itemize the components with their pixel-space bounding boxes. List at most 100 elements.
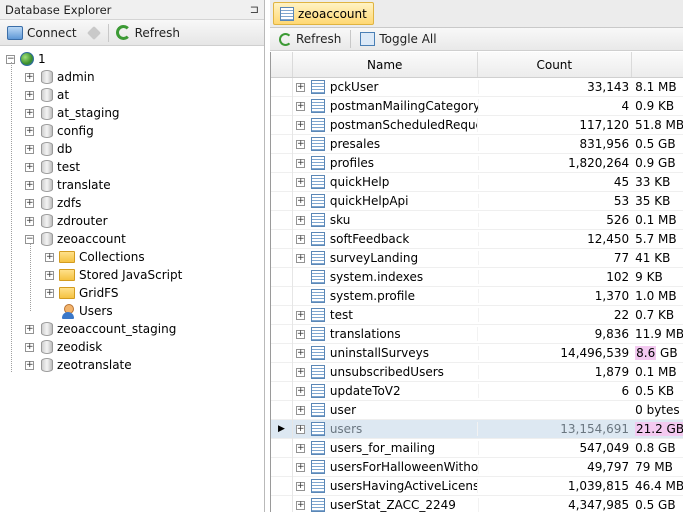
table-row[interactable]: + postmanScheduledReque...117,12051.8 MB [271,115,683,135]
table-row[interactable]: + surveyLanding 77 41 KB [271,248,683,268]
expand-toggle-icon[interactable]: + [25,180,34,190]
expand-toggle-icon[interactable]: + [295,367,305,377]
table-row[interactable]: + usersHavingActiveLicenses 1,039,815 46.4 … [271,476,683,496]
tree-node-database[interactable]: + at [0,86,264,104]
expand-toggle-icon[interactable]: + [295,101,305,111]
column-header-size[interactable] [632,52,683,77]
expand-toggle-icon[interactable]: + [45,270,54,280]
expand-toggle-icon[interactable]: + [295,481,305,491]
table-row[interactable]: + quickHelp 45 33 KB [271,172,683,192]
tree-node-database[interactable]: + at_staging [0,104,264,122]
tree-node-database[interactable]: + zeoaccount_staging [0,320,264,338]
table-row[interactable]: + translations 9,836 11.9 MB [271,324,683,344]
expand-toggle-icon[interactable]: + [295,424,305,434]
refresh-explorer-button[interactable]: Refresh [113,23,183,42]
collapse-toggle-icon[interactable]: − [25,234,34,244]
tree-node-child[interactable]: + Collections [0,248,264,266]
tree-root-server[interactable]: −1 [0,50,264,68]
expand-toggle-icon[interactable]: + [25,324,34,334]
tree-node-database[interactable]: + zdfs [0,194,264,212]
table-row[interactable]: + updateToV2 6 0.5 KB [271,381,683,401]
toggle-all-button[interactable]: Toggle All [357,30,439,48]
expand-toggle-icon[interactable]: + [25,144,34,154]
expand-toggle-icon[interactable]: + [25,108,34,118]
table-row[interactable]: + test 22 0.7 KB [271,305,683,325]
tree-node-database[interactable]: + test [0,158,264,176]
tree-node-database[interactable]: − zeoaccount [0,230,264,248]
database-icon [41,88,53,102]
expand-toggle-icon[interactable]: + [295,139,305,149]
expand-toggle-icon[interactable]: + [295,177,305,187]
table-row[interactable]: + userStat_ZACC_2249 4,347,985 0.5 GB [271,495,683,512]
expand-toggle-icon[interactable]: + [25,342,34,352]
expand-toggle-icon[interactable]: + [25,360,34,370]
table-row[interactable]: + quickHelpApi 53 35 KB [271,191,683,211]
table-row[interactable]: ▶ + users 13,154,691 21.2 GB [271,419,683,439]
table-row[interactable]: + profiles 1,820,264 0.9 GB [271,153,683,173]
collection-size: 46.4 MB [634,479,683,493]
expand-toggle-icon[interactable]: + [25,126,34,136]
expand-toggle-icon[interactable]: + [295,196,305,206]
expand-toggle-icon[interactable]: + [295,158,305,168]
table-row[interactable]: + presales 831,956 0.5 GB [271,134,683,154]
table-row[interactable]: + unsubscribedUsers 1,879 0.1 MB [271,362,683,382]
collection-icon [311,479,326,493]
connect-button[interactable]: Connect [4,24,80,42]
table-row[interactable]: + usersForHalloweenWitho... 49,797 79 MB [271,457,683,477]
expand-toggle-icon[interactable]: + [25,162,34,172]
expand-toggle-icon[interactable]: + [295,310,305,320]
expand-toggle-icon[interactable]: + [295,215,305,225]
expand-toggle-icon[interactable]: + [25,72,34,82]
collections-grid: Name Count + pckUser 33,143 8.1 MB + postmanM… [270,52,683,512]
table-row[interactable]: system.indexes 102 9 KB [271,267,683,287]
tree-node-child[interactable]: + Stored JavaScript [0,266,264,284]
expand-toggle-icon[interactable]: + [295,82,305,92]
tree-node-label: db [57,142,73,156]
tree-node-database[interactable]: + zeodisk [0,338,264,356]
column-header-count[interactable]: Count [478,52,633,77]
expand-toggle-icon[interactable]: + [295,234,305,244]
tab-zeoaccount[interactable]: zeoaccount [273,2,374,25]
table-row[interactable]: + pckUser 33,143 8.1 MB [271,77,683,97]
collection-count: 831,956 [477,137,633,151]
collection-icon-cell [308,137,329,151]
table-row[interactable]: system.profile 1,370 1.0 MB [271,286,683,306]
expand-toggle-icon[interactable]: + [295,253,305,263]
tree-node-child[interactable]: Users [0,302,264,320]
tree-node-database[interactable]: + admin [0,68,264,86]
collection-size: 33 KB [635,175,671,189]
expand-toggle-icon[interactable]: + [295,405,305,415]
expand-toggle-icon[interactable]: + [45,288,54,298]
size-unit: GB [656,346,678,360]
pin-icon[interactable]: ⊐ [250,3,259,16]
tree-node-child[interactable]: + GridFS [0,284,264,302]
expand-toggle-icon[interactable]: + [295,500,305,510]
disconnect-button[interactable] [84,24,104,42]
refresh-collections-button[interactable]: Refresh [276,30,344,48]
expand-toggle-icon[interactable]: + [25,216,34,226]
expand-toggle-icon[interactable]: + [45,252,54,262]
collection-size: 0.8 GB [635,441,676,455]
tree-node-database[interactable]: + translate [0,176,264,194]
table-row[interactable]: + sku 526 0.1 MB [271,210,683,230]
column-header-name[interactable]: Name [293,52,478,77]
tree-node-database[interactable]: + zdrouter [0,212,264,230]
expand-toggle-icon[interactable]: + [295,386,305,396]
expand-toggle-icon[interactable]: + [25,198,34,208]
expand-toggle-icon[interactable]: + [25,90,34,100]
table-row[interactable]: + postmanMailingCategory 4 0.9 KB [271,96,683,116]
table-row[interactable]: + users_for_mailing 547,049 0.8 GB [271,438,683,458]
tree-node-database[interactable]: + zeotranslate [0,356,264,374]
tree-node-label: translate [57,178,111,192]
expand-toggle-icon[interactable]: + [295,443,305,453]
table-row[interactable]: + softFeedback 12,450 5.7 MB [271,229,683,249]
row-indicator [271,229,293,249]
expand-toggle-icon[interactable]: + [295,329,305,339]
expand-toggle-icon[interactable]: + [295,348,305,358]
table-row[interactable]: + user 0 bytes [271,400,683,420]
table-row[interactable]: + uninstallSurveys 14,496,539 8.6 GB [271,343,683,363]
tree-node-database[interactable]: + db [0,140,264,158]
expand-toggle-icon[interactable]: + [295,120,305,130]
expand-toggle-icon[interactable]: + [295,462,305,472]
tree-node-database[interactable]: + config [0,122,264,140]
